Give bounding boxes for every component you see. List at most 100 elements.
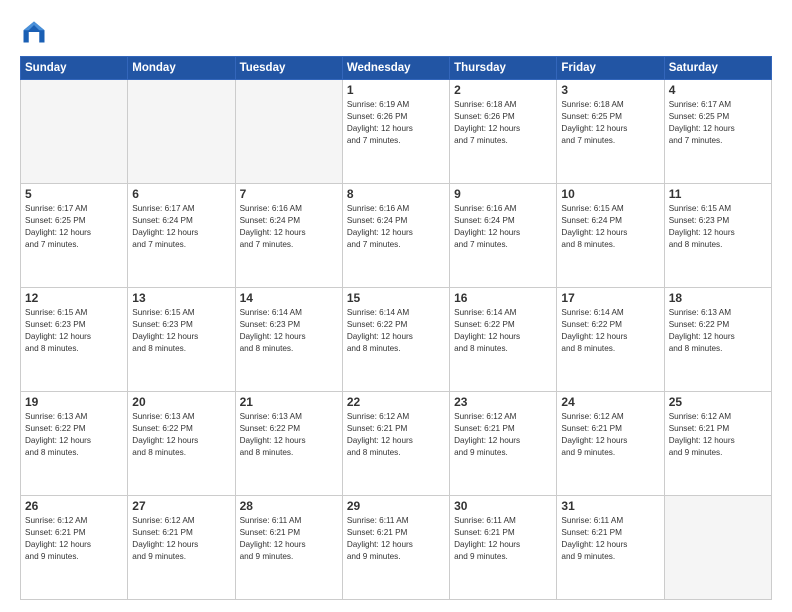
calendar-cell: 9 Sunrise: 6:16 AMSunset: 6:24 PMDaylight… [450,184,557,288]
calendar-cell [128,80,235,184]
calendar-cell: 2 Sunrise: 6:18 AMSunset: 6:26 PMDaylight… [450,80,557,184]
week-row-4: 19 Sunrise: 6:13 AMSunset: 6:22 PMDayligh… [21,392,772,496]
week-row-3: 12Sunrise: 6:15 AMSunset: 6:23 PMDayligh… [21,288,772,392]
day-info: Sunrise: 6:17 AMSunset: 6:25 PMDaylight:… [669,99,767,147]
day-info: Sunrise: 6:11 AMSunset: 6:21 PMDaylight:… [347,515,445,563]
day-number: 5 [25,187,123,201]
calendar-cell: 30 Sunrise: 6:11 AMSunset: 6:21 PMDayligh… [450,496,557,600]
day-info: Sunrise: 6:15 AMSunset: 6:23 PMDaylight:… [669,203,767,251]
day-info: Sunrise: 6:18 AMSunset: 6:26 PMDaylight:… [454,99,552,147]
day-number: 29 [347,499,445,513]
day-number: 24 [561,395,659,409]
calendar-cell: 25 Sunrise: 6:12 AMSunset: 6:21 PMDayligh… [664,392,771,496]
day-info: Sunrise: 6:14 AMSunset: 6:22 PMDaylight:… [454,307,552,355]
day-info: Sunrise: 6:13 AMSunset: 6:22 PMDaylight:… [669,307,767,355]
day-number: 27 [132,499,230,513]
day-number: 26 [25,499,123,513]
day-number: 25 [669,395,767,409]
calendar-cell: 1 Sunrise: 6:19 AMSunset: 6:26 PMDaylight… [342,80,449,184]
day-info: Sunrise: 6:19 AMSunset: 6:26 PMDaylight:… [347,99,445,147]
day-info: Sunrise: 6:12 AMSunset: 6:21 PMDaylight:… [669,411,767,459]
day-number: 10 [561,187,659,201]
calendar-cell: 5 Sunrise: 6:17 AMSunset: 6:25 PMDaylight… [21,184,128,288]
day-info: Sunrise: 6:14 AMSunset: 6:22 PMDaylight:… [347,307,445,355]
day-info: Sunrise: 6:17 AMSunset: 6:25 PMDaylight:… [25,203,123,251]
calendar-cell: 23Sunrise: 6:12 AMSunset: 6:21 PMDayligh… [450,392,557,496]
calendar-cell: 6 Sunrise: 6:17 AMSunset: 6:24 PMDaylight… [128,184,235,288]
day-number: 3 [561,83,659,97]
day-info: Sunrise: 6:12 AMSunset: 6:21 PMDaylight:… [25,515,123,563]
day-number: 15 [347,291,445,305]
calendar-cell: 24Sunrise: 6:12 AMSunset: 6:21 PMDayligh… [557,392,664,496]
day-number: 6 [132,187,230,201]
week-row-5: 26 Sunrise: 6:12 AMSunset: 6:21 PMDayligh… [21,496,772,600]
weekday-header-monday: Monday [128,57,235,80]
day-info: Sunrise: 6:12 AMSunset: 6:21 PMDaylight:… [132,515,230,563]
week-row-1: 1 Sunrise: 6:19 AMSunset: 6:26 PMDaylight… [21,80,772,184]
day-number: 23 [454,395,552,409]
day-number: 22 [347,395,445,409]
weekday-header-friday: Friday [557,57,664,80]
day-number: 7 [240,187,338,201]
day-info: Sunrise: 6:14 AMSunset: 6:23 PMDaylight:… [240,307,338,355]
day-number: 8 [347,187,445,201]
day-number: 1 [347,83,445,97]
weekday-header-tuesday: Tuesday [235,57,342,80]
day-number: 30 [454,499,552,513]
day-number: 31 [561,499,659,513]
day-info: Sunrise: 6:13 AMSunset: 6:22 PMDaylight:… [25,411,123,459]
page: SundayMondayTuesdayWednesdayThursdayFrid… [0,0,792,612]
calendar-cell [664,496,771,600]
day-info: Sunrise: 6:16 AMSunset: 6:24 PMDaylight:… [454,203,552,251]
day-info: Sunrise: 6:15 AMSunset: 6:23 PMDaylight:… [132,307,230,355]
calendar-cell: 17 Sunrise: 6:14 AMSunset: 6:22 PMDayligh… [557,288,664,392]
calendar-cell [235,80,342,184]
calendar: SundayMondayTuesdayWednesdayThursdayFrid… [20,56,772,600]
day-number: 19 [25,395,123,409]
weekday-header-row: SundayMondayTuesdayWednesdayThursdayFrid… [21,57,772,80]
calendar-cell [21,80,128,184]
day-info: Sunrise: 6:14 AMSunset: 6:22 PMDaylight:… [561,307,659,355]
day-number: 13 [132,291,230,305]
day-info: Sunrise: 6:16 AMSunset: 6:24 PMDaylight:… [240,203,338,251]
day-info: Sunrise: 6:15 AMSunset: 6:24 PMDaylight:… [561,203,659,251]
calendar-cell: 28 Sunrise: 6:11 AMSunset: 6:21 PMDayligh… [235,496,342,600]
day-info: Sunrise: 6:11 AMSunset: 6:21 PMDaylight:… [454,515,552,563]
calendar-cell: 3Sunrise: 6:18 AMSunset: 6:25 PMDaylight… [557,80,664,184]
calendar-cell: 16Sunrise: 6:14 AMSunset: 6:22 PMDayligh… [450,288,557,392]
day-info: Sunrise: 6:11 AMSunset: 6:21 PMDaylight:… [240,515,338,563]
calendar-cell: 21 Sunrise: 6:13 AMSunset: 6:22 PMDayligh… [235,392,342,496]
calendar-cell: 22 Sunrise: 6:12 AMSunset: 6:21 PMDayligh… [342,392,449,496]
day-number: 2 [454,83,552,97]
day-info: Sunrise: 6:17 AMSunset: 6:24 PMDaylight:… [132,203,230,251]
calendar-cell: 26 Sunrise: 6:12 AMSunset: 6:21 PMDayligh… [21,496,128,600]
day-number: 20 [132,395,230,409]
logo-icon [20,18,48,46]
weekday-header-sunday: Sunday [21,57,128,80]
day-info: Sunrise: 6:12 AMSunset: 6:21 PMDaylight:… [347,411,445,459]
day-info: Sunrise: 6:13 AMSunset: 6:22 PMDaylight:… [240,411,338,459]
weekday-header-saturday: Saturday [664,57,771,80]
calendar-cell: 4 Sunrise: 6:17 AMSunset: 6:25 PMDaylight… [664,80,771,184]
day-number: 11 [669,187,767,201]
weekday-header-thursday: Thursday [450,57,557,80]
day-info: Sunrise: 6:16 AMSunset: 6:24 PMDaylight:… [347,203,445,251]
calendar-cell: 15 Sunrise: 6:14 AMSunset: 6:22 PMDayligh… [342,288,449,392]
day-info: Sunrise: 6:11 AMSunset: 6:21 PMDaylight:… [561,515,659,563]
calendar-cell: 27 Sunrise: 6:12 AMSunset: 6:21 PMDayligh… [128,496,235,600]
calendar-cell: 14Sunrise: 6:14 AMSunset: 6:23 PMDayligh… [235,288,342,392]
day-number: 21 [240,395,338,409]
calendar-cell: 7 Sunrise: 6:16 AMSunset: 6:24 PMDaylight… [235,184,342,288]
day-number: 18 [669,291,767,305]
day-number: 28 [240,499,338,513]
day-info: Sunrise: 6:15 AMSunset: 6:23 PMDaylight:… [25,307,123,355]
day-number: 17 [561,291,659,305]
calendar-cell: 19 Sunrise: 6:13 AMSunset: 6:22 PMDayligh… [21,392,128,496]
day-number: 4 [669,83,767,97]
calendar-cell: 12Sunrise: 6:15 AMSunset: 6:23 PMDayligh… [21,288,128,392]
calendar-cell: 31 Sunrise: 6:11 AMSunset: 6:21 PMDayligh… [557,496,664,600]
day-info: Sunrise: 6:13 AMSunset: 6:22 PMDaylight:… [132,411,230,459]
calendar-cell: 18 Sunrise: 6:13 AMSunset: 6:22 PMDayligh… [664,288,771,392]
calendar-cell: 8 Sunrise: 6:16 AMSunset: 6:24 PMDaylight… [342,184,449,288]
day-number: 9 [454,187,552,201]
